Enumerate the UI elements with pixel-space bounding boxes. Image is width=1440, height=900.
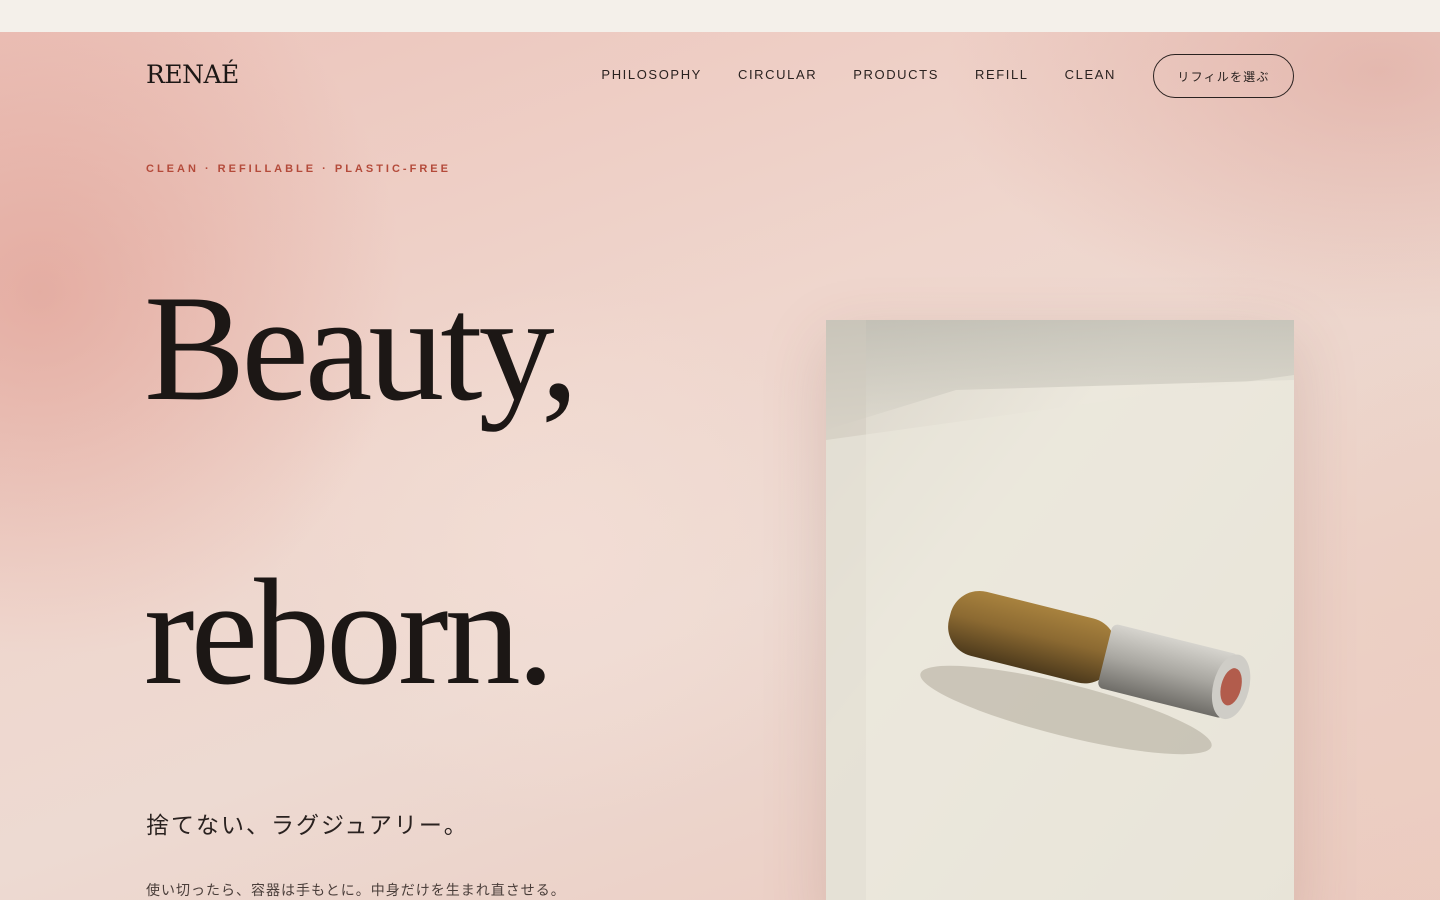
main-nav: PHILOSOPHY CIRCULAR PRODUCTS REFILL CLEA… — [601, 67, 1116, 83]
hero-product-photo — [826, 320, 1294, 900]
lipstick-image — [826, 320, 1294, 900]
top-strip — [0, 0, 1440, 32]
brand-logo[interactable]: RENAÉ — [146, 60, 239, 89]
headline-line-1: Beauty, — [144, 264, 579, 432]
headline-line-2: reborn. — [144, 548, 555, 716]
nav-item-refill[interactable]: REFILL — [975, 67, 1029, 83]
choose-refill-button[interactable]: リフィルを選ぶ — [1153, 54, 1294, 98]
nav-item-philosophy[interactable]: PHILOSOPHY — [601, 67, 702, 83]
nav-item-clean[interactable]: CLEAN — [1065, 67, 1116, 83]
nav-item-circular[interactable]: CIRCULAR — [738, 67, 817, 83]
hero-subheading: 捨てない、ラグジュアリー。 — [146, 813, 469, 839]
nav-item-products[interactable]: PRODUCTS — [853, 67, 939, 83]
hero-section: RENAÉ PHILOSOPHY CIRCULAR PRODUCTS REFIL… — [0, 32, 1440, 900]
hero-body-text: 使い切ったら、容器は手もとに。中身だけを生まれ直させる。 — [146, 883, 566, 899]
hero-tagline: CLEAN · REFILLABLE · PLASTIC-FREE — [146, 163, 451, 175]
